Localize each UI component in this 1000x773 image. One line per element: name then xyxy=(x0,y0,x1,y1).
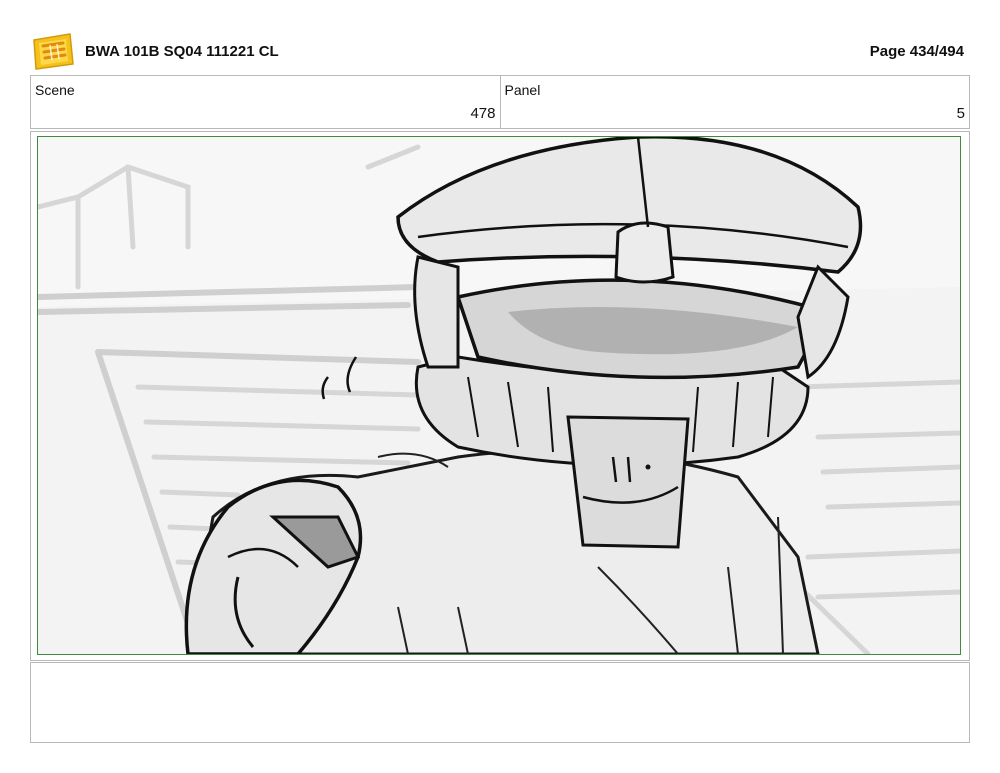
storyboard-sketch-image xyxy=(37,136,961,655)
panel-notes-box xyxy=(30,662,970,743)
scene-cell: Scene 478 xyxy=(31,76,500,128)
scene-panel-info-row: Scene 478 Panel 5 xyxy=(30,75,970,129)
page-number: Page 434/494 xyxy=(869,43,964,60)
panel-value: 5 xyxy=(956,105,965,122)
panel-cell: Panel 5 xyxy=(499,76,970,128)
panel-label: Panel xyxy=(504,82,541,98)
scene-value: 478 xyxy=(470,105,496,122)
page-header: BWA 101B SQ04 111221 CL Page 434/494 xyxy=(30,30,970,74)
storyboard-panel-frame xyxy=(30,131,970,661)
young-jedi-adventures-logo-icon xyxy=(30,30,76,72)
scene-label: Scene xyxy=(35,82,75,98)
document-title: BWA 101B SQ04 111221 CL xyxy=(85,43,279,60)
